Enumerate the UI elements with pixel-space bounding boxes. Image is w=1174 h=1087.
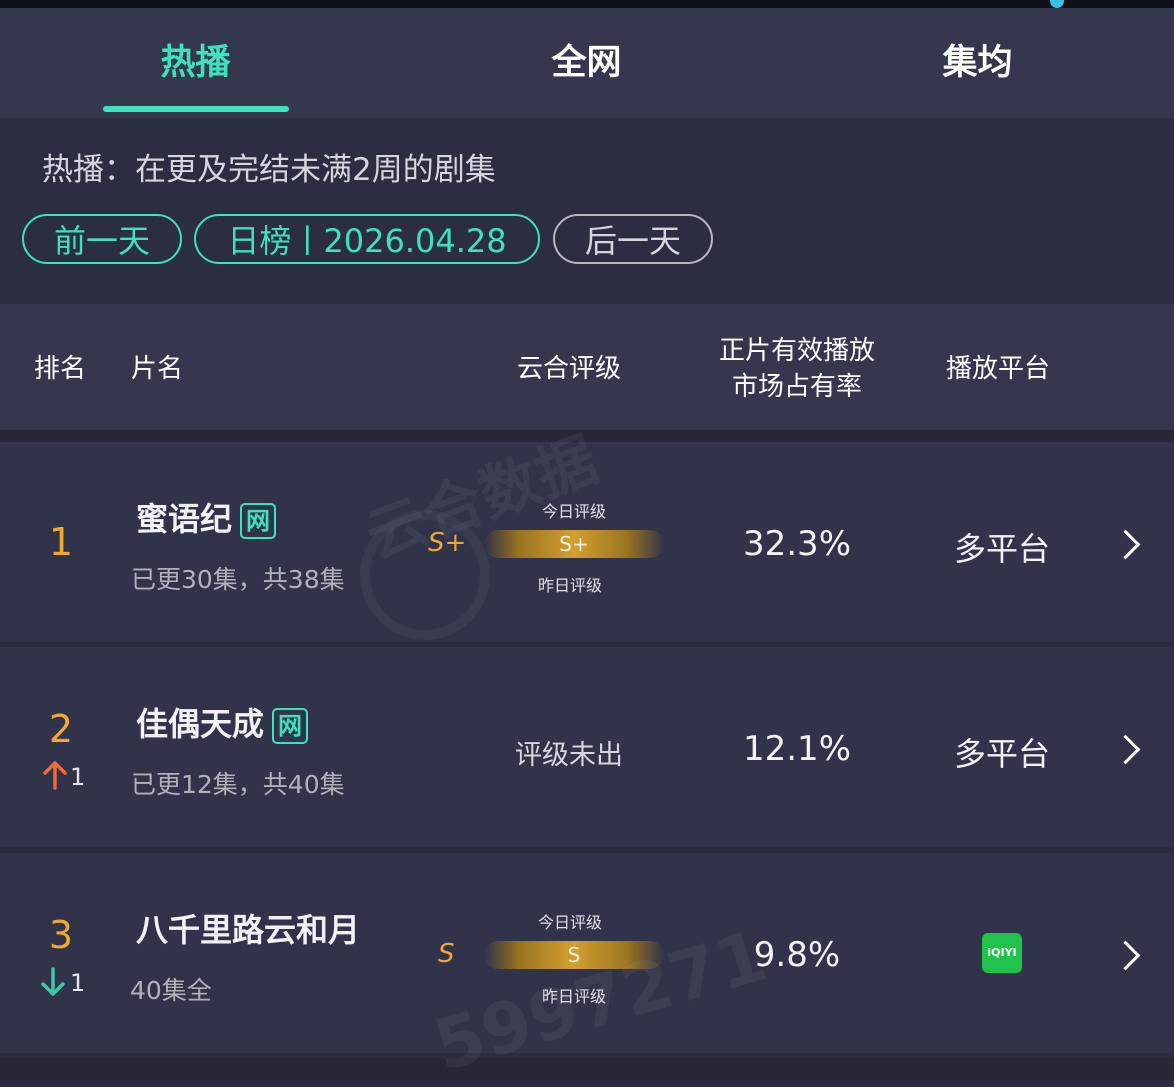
header-separator: [0, 430, 1174, 442]
tab-all-network[interactable]: 全网: [391, 8, 782, 118]
rank-number: 2: [48, 707, 74, 751]
grade-bar: S+: [484, 530, 664, 558]
chevron-right-icon[interactable]: [1110, 529, 1141, 560]
table-header: 排名 片名 云合评级 正片有效播放 市场占有率 播放平台: [0, 304, 1174, 430]
drama-title: 佳偶天成网: [136, 699, 309, 745]
grade-bar-value: S+: [559, 532, 589, 556]
grade-value: S+: [428, 528, 467, 558]
info-panel: 热播：在更及完结未满2周的剧集 前一天 日榜丨2026.04.28 后一天: [0, 118, 1174, 304]
platform-name: 多平台: [953, 530, 1050, 568]
grade-bar: S: [484, 941, 664, 969]
table-row[interactable]: 3 1 八千里路云和月 40集全 S 今日评级 S 昨日评级 9.8% iQIY…: [0, 853, 1174, 1053]
grade-bar-value: S: [567, 943, 581, 967]
episode-status: 40集全: [130, 976, 212, 1005]
column-rank: 排名: [34, 354, 87, 384]
bottom-strip: [0, 1058, 1174, 1080]
drama-title: 蜜语纪网: [136, 494, 277, 540]
market-share: 12.1%: [742, 729, 851, 769]
web-drama-tag: 网: [272, 708, 309, 744]
rank-down-arrow-icon: [41, 967, 65, 996]
column-grade: 云合评级: [517, 354, 622, 384]
platform-name: 多平台: [953, 735, 1050, 773]
tab-bar: 热播 全网 集均: [0, 8, 1174, 118]
chevron-right-icon[interactable]: [1110, 940, 1141, 971]
iqiyi-logo-icon: iQIYI: [982, 933, 1022, 973]
date-selector-button[interactable]: 日榜丨2026.04.28: [194, 214, 540, 264]
yesterday-grade-label: 昨日评级: [537, 576, 602, 595]
column-share-line2: 市场占有率: [731, 372, 862, 402]
episode-status: 已更30集，共38集: [131, 565, 345, 594]
grade-pending-text: 评级未出: [515, 740, 623, 771]
rank-number: 3: [48, 913, 74, 957]
column-title: 片名: [131, 354, 184, 384]
column-platform: 播放平台: [946, 354, 1051, 384]
table-row[interactable]: 1 蜜语纪网 已更30集，共38集 S+ 今日评级 S+ 昨日评级 32.3% …: [0, 442, 1174, 642]
drama-title-text: 佳偶天成: [136, 705, 265, 743]
tab-hot[interactable]: 热播: [0, 8, 391, 118]
drama-title-text: 蜜语纪: [136, 500, 233, 538]
column-share-line1: 正片有效播放: [718, 336, 875, 366]
yesterday-grade-label: 昨日评级: [541, 987, 606, 1006]
drama-title: 八千里路云和月: [136, 911, 361, 949]
active-tab-underline: [103, 106, 289, 112]
rank-change-value: 1: [70, 763, 86, 791]
tab-episode-average[interactable]: 集均: [782, 8, 1173, 118]
grade-value: S: [438, 939, 455, 969]
next-day-button[interactable]: 后一天: [553, 214, 713, 264]
table-row[interactable]: 2 1 佳偶天成网 已更12集，共40集 评级未出 12.1% 多平台: [0, 647, 1174, 847]
today-grade-label: 今日评级: [541, 502, 606, 521]
market-share: 32.3%: [742, 524, 851, 564]
rank-change-value: 1: [70, 969, 86, 997]
top-strip: [0, 0, 1174, 8]
rank-number: 1: [48, 520, 74, 564]
prev-day-button[interactable]: 前一天: [22, 214, 182, 264]
ranking-description: 热播：在更及完结未满2周的剧集: [42, 152, 496, 188]
indicator-dot: [1050, 0, 1064, 8]
episode-status: 已更12集，共40集: [131, 770, 345, 799]
chevron-right-icon[interactable]: [1110, 734, 1141, 765]
rank-up-arrow-icon: [43, 761, 67, 790]
web-drama-tag: 网: [240, 503, 277, 539]
market-share: 9.8%: [753, 935, 841, 975]
today-grade-label: 今日评级: [537, 913, 602, 932]
